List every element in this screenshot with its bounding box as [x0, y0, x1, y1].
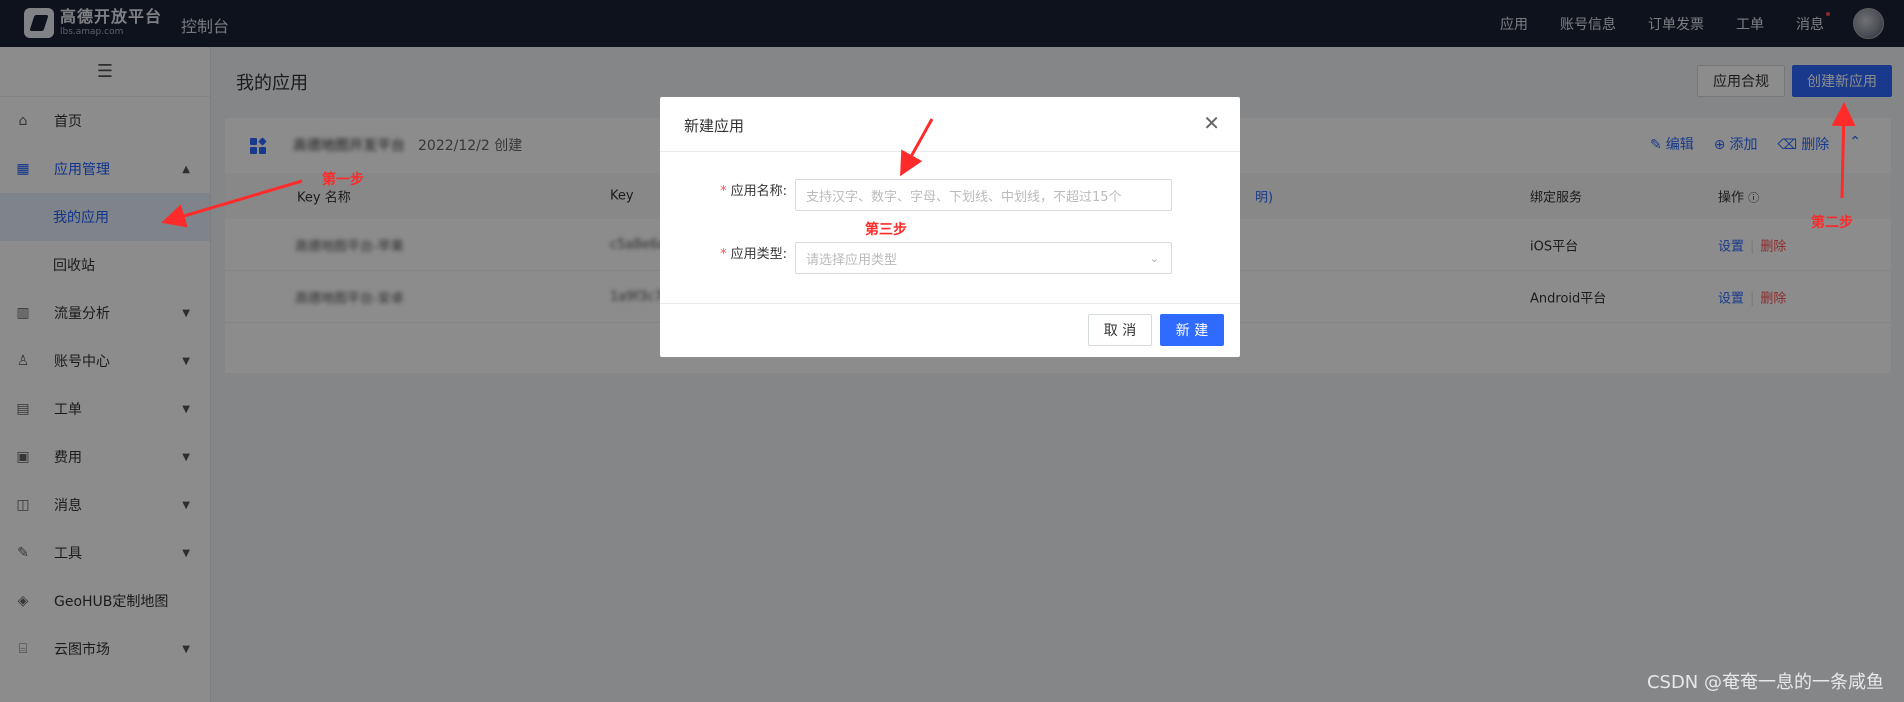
create-button[interactable]: 新 建 — [1160, 314, 1224, 346]
divider — [660, 151, 1240, 152]
step3-label: 第三步 — [865, 222, 907, 238]
step1-label: 第一步 — [322, 172, 364, 188]
chevron-down-icon: ⌄ — [1149, 251, 1159, 265]
app-type-placeholder: 请选择应用类型 — [806, 252, 898, 268]
app-name-input[interactable]: 支持汉字、数字、字母、下划线、中划线，不超过15个 — [795, 179, 1172, 211]
app-type-label: * 应用类型: — [687, 243, 787, 262]
divider — [660, 303, 1240, 304]
app-name-label-text: 应用名称: — [730, 184, 787, 199]
cancel-button[interactable]: 取 消 — [1088, 314, 1152, 346]
watermark: CSDN @奄奄一息的一条咸鱼 — [1646, 672, 1884, 693]
new-app-dialog: 新建应用 ✕ * 应用名称: 支持汉字、数字、字母、下划线、中划线，不超过15个 … — [660, 97, 1240, 357]
app-name-label: * 应用名称: — [687, 180, 787, 199]
close-icon[interactable]: ✕ — [1203, 111, 1220, 135]
required-mark: * — [720, 247, 727, 262]
dialog-title: 新建应用 — [684, 117, 745, 135]
required-mark: * — [720, 184, 727, 199]
app-type-select[interactable]: 请选择应用类型 ⌄ — [795, 242, 1172, 274]
app-type-label-text: 应用类型: — [730, 247, 787, 262]
step2-label: 第二步 — [1811, 215, 1853, 231]
